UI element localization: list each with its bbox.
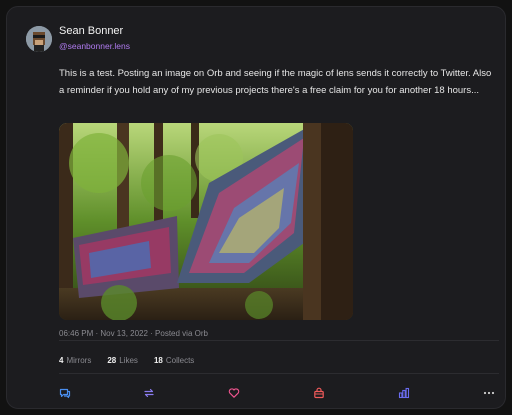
comment-button[interactable] <box>57 385 73 401</box>
collects-label: Collects <box>165 356 195 365</box>
comment-icon <box>59 388 71 399</box>
mirror-icon <box>144 388 154 398</box>
mirror-button[interactable] <box>141 385 157 401</box>
author-handle[interactable]: @seanbonner.lens <box>59 41 130 51</box>
more-icon <box>483 391 495 395</box>
collect-bag-icon <box>314 387 324 399</box>
stats-button[interactable] <box>396 385 412 401</box>
graffiti-train-photo <box>59 123 353 320</box>
avatar-image <box>26 26 52 52</box>
mirrors-stat[interactable]: 4 Mirrors <box>59 356 91 365</box>
collect-button[interactable] <box>311 385 327 401</box>
likes-label: Likes <box>119 356 138 365</box>
post-card: Sean Bonner @seanbonner.lens This is a t… <box>6 6 506 409</box>
post-text: This is a test. Posting an image on Orb … <box>59 68 492 96</box>
post-meta: 06:46 PM · Nov 13, 2022 · Posted via Orb <box>59 329 208 338</box>
heart-icon <box>228 388 240 398</box>
stats-icon <box>398 387 410 399</box>
divider <box>59 373 499 374</box>
post-stats: 4 Mirrors 28 Likes 18 Collects <box>59 356 194 365</box>
mirrors-label: Mirrors <box>66 356 92 365</box>
collects-count: 18 <box>153 356 163 365</box>
action-bar <box>59 385 499 401</box>
avatar[interactable] <box>26 26 52 52</box>
likes-stat[interactable]: 28 Likes <box>107 356 138 365</box>
divider <box>59 340 499 341</box>
likes-count: 28 <box>107 356 117 365</box>
collects-stat[interactable]: 18 Collects <box>154 356 194 365</box>
mirrors-count: 4 <box>59 356 64 365</box>
more-button[interactable] <box>481 385 497 401</box>
post-image[interactable] <box>59 123 353 320</box>
author-name[interactable]: Sean Bonner <box>59 25 123 37</box>
like-button[interactable] <box>226 385 242 401</box>
